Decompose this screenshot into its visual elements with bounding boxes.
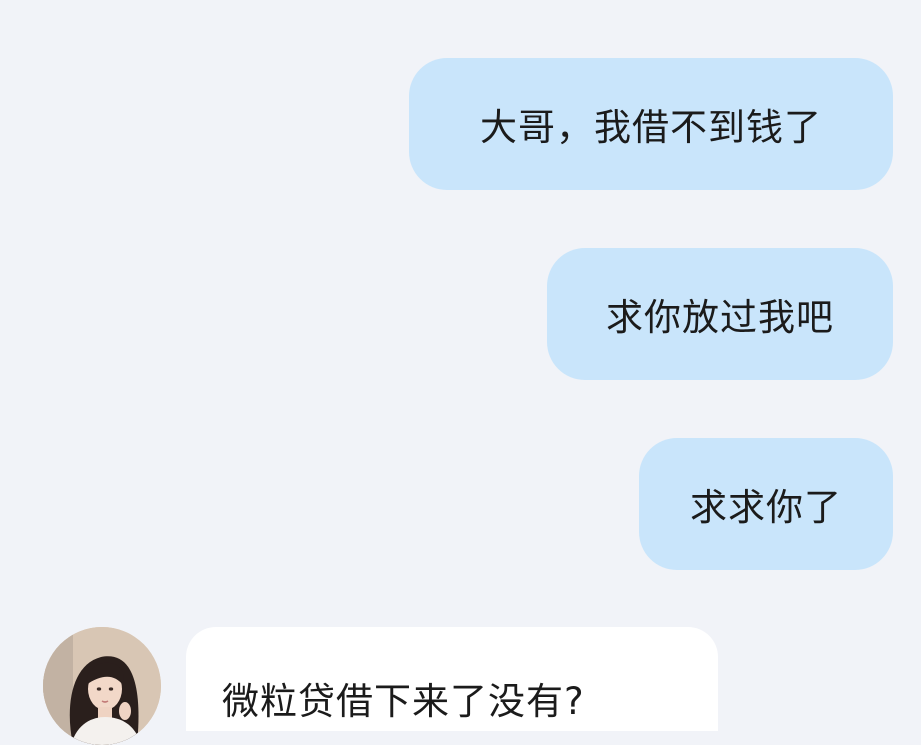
chat-conversation: 大哥，我借不到钱了 求你放过我吧 求求你了 微粒贷借下来了没有?	[0, 0, 921, 745]
sent-message-bubble[interactable]: 求你放过我吧	[547, 248, 893, 380]
sent-message-bubble[interactable]: 求求你了	[639, 438, 893, 570]
sent-message-bubble[interactable]: 大哥，我借不到钱了	[409, 58, 893, 190]
avatar-portrait-icon	[43, 627, 161, 745]
received-message-bubble[interactable]: 微粒贷借下来了没有?	[186, 627, 718, 731]
message-text: 微粒贷借下来了没有?	[222, 680, 585, 723]
message-text: 大哥，我借不到钱了	[480, 106, 822, 149]
contact-avatar[interactable]	[43, 627, 161, 745]
message-text: 求你放过我吧	[606, 296, 834, 339]
message-text: 求求你了	[690, 486, 842, 529]
